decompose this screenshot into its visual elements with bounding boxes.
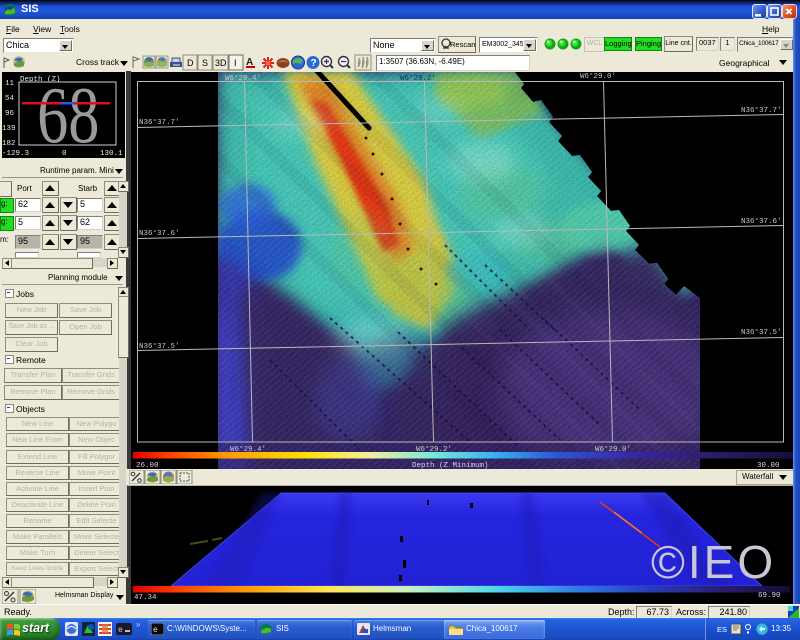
svg-text:e: e — [153, 626, 158, 635]
svg-text:69.90: 69.90 — [758, 592, 781, 600]
svg-text:139: 139 — [2, 125, 16, 133]
svg-text:W6°29.0': W6°29.0' — [580, 72, 616, 81]
svg-text:N36°37.6': N36°37.6' — [139, 229, 180, 238]
svg-text:N36°37.7': N36°37.7' — [139, 118, 180, 127]
svg-text:N36°37.5': N36°37.5' — [741, 328, 782, 337]
svg-text:3D: 3D — [215, 58, 227, 68]
svg-text:D: D — [187, 58, 194, 68]
svg-text:W6°29.4': W6°29.4' — [225, 74, 261, 83]
svg-text:182: 182 — [2, 140, 16, 148]
svg-text:N36°37.7': N36°37.7' — [741, 106, 782, 115]
svg-text:Depth (Z Minimum): Depth (Z Minimum) — [412, 462, 489, 469]
svg-text:130.1: 130.1 — [100, 150, 123, 158]
svg-text:26.00: 26.00 — [136, 462, 159, 469]
svg-text:11: 11 — [5, 80, 15, 88]
svg-text:54: 54 — [5, 95, 15, 103]
svg-text:S: S — [202, 58, 208, 68]
svg-text:96: 96 — [5, 110, 15, 118]
svg-text:?: ? — [311, 58, 317, 69]
svg-text:W6°29.2': W6°29.2' — [400, 74, 436, 83]
svg-text:47.34: 47.34 — [134, 594, 157, 602]
svg-text:e: e — [118, 626, 123, 635]
svg-text:©IEO: ©IEO — [651, 536, 776, 588]
svg-text:N36°37.6': N36°37.6' — [741, 217, 782, 226]
svg-text:-129.3: -129.3 — [2, 150, 30, 158]
svg-text:I: I — [234, 58, 237, 68]
svg-text:N36°37.5': N36°37.5' — [139, 342, 180, 351]
svg-text:30.00: 30.00 — [757, 462, 780, 469]
svg-text:68: 68 — [37, 72, 99, 158]
